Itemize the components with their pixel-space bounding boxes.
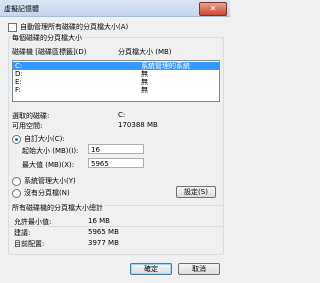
initial-size-field[interactable]: 16	[88, 144, 144, 154]
free-space-label: 可用空間:	[12, 122, 43, 130]
auto-manage-option[interactable]: 自動管理所有磁碟的分頁檔大小(A)	[8, 22, 128, 32]
set-button[interactable]: 設定(S)	[176, 186, 216, 198]
close-icon: ✕	[209, 4, 217, 13]
drive-list[interactable]: C: 系統管理的系統 D: 無 E: 無 F: 無	[12, 60, 220, 102]
system-managed-radio[interactable]	[12, 176, 21, 186]
no-paging-option[interactable]: 沒有分頁檔(N)	[12, 188, 70, 198]
free-space-value: 170388 MB	[118, 121, 158, 129]
drive-row-e[interactable]: E: 無	[13, 78, 219, 86]
custom-size-label: 自訂大小(C):	[24, 135, 65, 143]
drive-row-d[interactable]: D: 無	[13, 70, 219, 78]
ok-button[interactable]: 確定	[130, 263, 172, 275]
selected-drive-label: 選取的磁碟:	[12, 112, 50, 120]
auto-manage-label: 自動管理所有磁碟的分頁檔大小(A)	[20, 23, 129, 31]
current-allocation-label: 目前配置:	[14, 240, 45, 248]
close-button[interactable]: ✕	[199, 2, 227, 16]
drive-paging-size: 系統管理的系統	[141, 62, 190, 70]
max-size-field[interactable]: 5965	[88, 158, 144, 168]
drive-letter: D:	[15, 70, 23, 78]
drive-paging-size: 無	[141, 70, 148, 78]
no-paging-label: 沒有分頁檔(N)	[24, 189, 70, 197]
selected-drive-value: C:	[118, 111, 126, 119]
custom-size-option[interactable]: 自訂大小(C):	[12, 134, 65, 144]
cancel-button[interactable]: 取消	[178, 263, 220, 275]
current-allocation-value: 3977 MB	[88, 239, 119, 247]
title-bar: 虛擬記憶體 ✕	[0, 0, 230, 17]
drive-letter: C:	[15, 62, 23, 70]
column-header-drive: 磁碟機 [磁碟區標籤](D)	[12, 48, 87, 56]
drive-letter: E:	[15, 78, 22, 86]
column-header-size: 分頁檔大小 (MB)	[118, 48, 172, 56]
drive-row-f[interactable]: F: 無	[13, 86, 219, 94]
no-paging-radio[interactable]	[12, 188, 21, 198]
initial-size-label: 起始大小 (MB)(I):	[22, 147, 79, 155]
auto-manage-checkbox[interactable]	[8, 22, 17, 32]
max-size-label: 最大值 (MB)(X):	[22, 161, 75, 169]
drive-row-c[interactable]: C: 系統管理的系統	[13, 62, 219, 70]
min-allowed-value: 16 MB	[88, 217, 110, 225]
window-title: 虛擬記憶體	[4, 5, 39, 13]
system-managed-label: 系統管理大小(Y)	[24, 177, 76, 185]
system-managed-option[interactable]: 系統管理大小(Y)	[12, 176, 76, 186]
recommended-value: 5965 MB	[88, 228, 119, 236]
drive-paging-size: 無	[141, 86, 148, 94]
drive-letter: F:	[15, 86, 21, 94]
custom-size-radio[interactable]	[12, 134, 21, 144]
recommended-label: 建議:	[14, 229, 31, 237]
totals-group-label: 所有磁碟機的分頁檔大小總計	[11, 203, 104, 213]
min-allowed-label: 允許最小值:	[14, 218, 52, 226]
drive-paging-size: 無	[141, 78, 148, 86]
per-drive-group-label: 每個磁碟的分頁檔大小	[11, 33, 83, 43]
